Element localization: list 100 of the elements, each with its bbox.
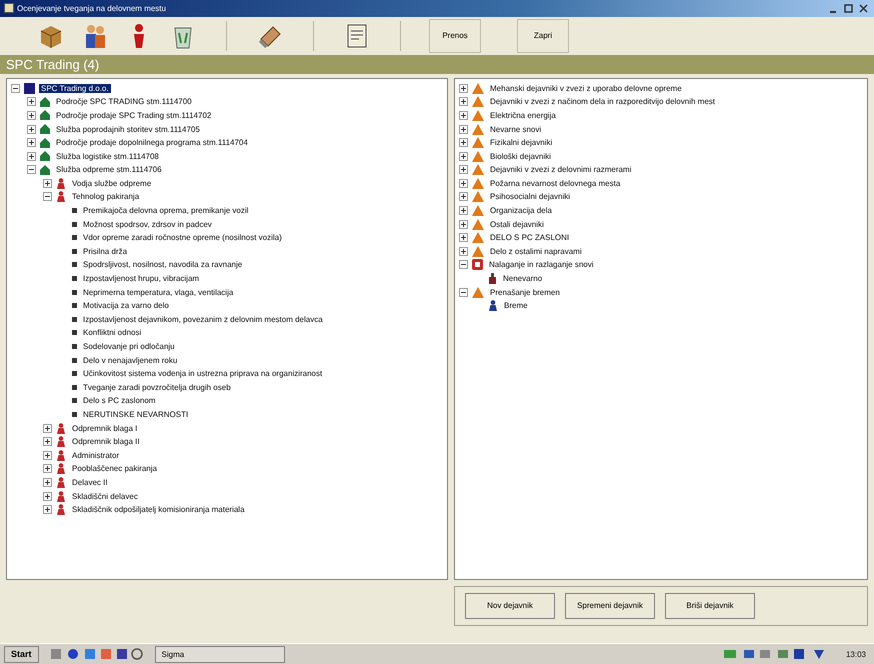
tree-item[interactable]: Prenašanje bremen <box>488 288 562 297</box>
tree-item[interactable]: Premikajoča delovna oprema, premikanje vozil <box>81 206 250 216</box>
person-icon <box>56 490 66 502</box>
tree-item[interactable]: DELO S PC ZASLONI <box>488 233 572 242</box>
expand-icon[interactable] <box>459 138 468 148</box>
tree-item[interactable]: Dejavniki v zvezi z delovnimi razmerami <box>488 165 634 174</box>
tree-item[interactable]: Vdor opreme zaradi ročnostne opreme (nosilnost vozila) <box>81 233 284 242</box>
tree-item[interactable]: SPC Trading d.o.o. <box>39 84 111 93</box>
expand-icon[interactable] <box>459 220 468 229</box>
quick-launch-icons[interactable] <box>48 647 145 662</box>
tree-item[interactable]: Skladiščnik odpošiljatelj komisioniranja materiala <box>70 505 247 514</box>
tree-item[interactable]: Sodelovanje pri odločanju <box>81 342 177 352</box>
expand-icon[interactable] <box>43 464 52 474</box>
tree-item[interactable]: Nevarne snovi <box>488 124 544 134</box>
tree-item[interactable]: Skladiščni delavec <box>70 492 140 501</box>
expand-icon[interactable] <box>43 437 52 446</box>
action-button[interactable]: Briši dejavnik <box>665 592 755 619</box>
expand-icon[interactable] <box>43 178 52 188</box>
tree-item[interactable]: Nenevarno <box>501 274 544 284</box>
tree-item[interactable]: Mehanski dejavniki v zvezi z uporabo delovne opreme <box>488 84 684 93</box>
collapse-icon[interactable] <box>459 260 468 270</box>
tree-item[interactable]: Delo v nenajavljenem roku <box>81 356 180 365</box>
maximize-icon[interactable] <box>843 2 855 14</box>
collapse-icon[interactable] <box>11 84 20 93</box>
tree-item[interactable]: Izpostavljenost dejavnikom, povezanim z delovnim mestom delavca <box>81 314 325 324</box>
toolbar-button[interactable]: Prenos <box>429 18 481 53</box>
warning-icon <box>472 150 484 162</box>
expand-icon[interactable] <box>43 450 52 460</box>
expand-icon[interactable] <box>459 110 468 120</box>
tree-item[interactable]: Organizacija dela <box>488 206 554 216</box>
tree-item[interactable]: Tveganje zaradi povzročitelja drugih oseb <box>81 382 233 392</box>
collapse-icon[interactable] <box>459 288 468 297</box>
expand-icon[interactable] <box>27 110 36 120</box>
tree-item[interactable]: Odpremnik blaga I <box>70 424 140 433</box>
tree-item[interactable]: Izpostavljenost hrupu, vibracijam <box>81 274 202 284</box>
expand-icon[interactable] <box>459 246 468 256</box>
warning-icon <box>472 218 484 230</box>
bullet-icon <box>72 371 77 376</box>
tree-item[interactable]: Dejavniki v zvezi z načinom dela in razporeditvijo delovnih mest <box>488 97 717 106</box>
warning-icon <box>472 124 484 135</box>
tree-item[interactable]: Odpremnik blaga II <box>70 437 142 446</box>
tree-item[interactable]: Delavec II <box>70 478 110 487</box>
bullet-icon <box>72 303 77 308</box>
tree-item[interactable]: Področje SPC TRADING stm.1114700 <box>54 97 194 106</box>
tree-item[interactable]: Nalaganje in razlaganje snovi <box>487 260 596 270</box>
person-icon <box>56 178 66 189</box>
expand-icon[interactable] <box>459 97 468 106</box>
tree-item[interactable]: Vodja službe odpreme <box>70 178 154 188</box>
action-button[interactable]: Spremeni dejavnik <box>565 592 655 619</box>
expand-icon[interactable] <box>459 192 468 202</box>
tree-item[interactable]: Področje prodaje SPC Trading stm.1114702 <box>54 110 214 120</box>
expand-icon[interactable] <box>459 178 468 188</box>
tree-item[interactable]: Tehnolog pakiranja <box>70 192 142 202</box>
expand-icon[interactable] <box>43 505 52 514</box>
collapse-icon[interactable] <box>43 192 52 202</box>
clock: 13:03 <box>844 650 867 659</box>
tree-item[interactable]: Neprimerna temperatura, vlaga, ventilacija <box>81 288 236 297</box>
start-button[interactable]: Start <box>4 646 39 663</box>
expand-icon[interactable] <box>459 84 468 93</box>
house-icon <box>40 138 50 148</box>
tree-item[interactable]: Konfliktni odnosi <box>81 328 144 338</box>
collapse-icon[interactable] <box>27 165 36 174</box>
expand-icon[interactable] <box>27 124 36 134</box>
tree-item[interactable]: Služba odpreme stm.1114706 <box>54 165 164 174</box>
close-icon[interactable] <box>858 2 870 14</box>
expand-icon[interactable] <box>43 478 52 487</box>
tree-item[interactable]: Biološki dejavniki <box>488 152 553 161</box>
expand-icon[interactable] <box>459 152 468 161</box>
person-icon <box>56 191 66 202</box>
tree-item[interactable]: Administrator <box>70 450 122 460</box>
expand-icon[interactable] <box>459 165 468 174</box>
tree-item[interactable]: Električna energija <box>488 110 558 120</box>
expand-icon[interactable] <box>27 152 36 161</box>
tree-item[interactable]: Ostali dejavniki <box>488 220 546 229</box>
tree-item[interactable]: Področje prodaje dopolnilnega programa stm.1114704 <box>54 138 250 148</box>
tree-item[interactable]: Delo z ostalimi napravami <box>488 246 584 256</box>
action-button[interactable]: Nov dejavnik <box>465 592 555 619</box>
tree-item[interactable]: Služba poprodajnih storitev stm.1114705 <box>54 124 202 134</box>
toolbar-button[interactable]: Zapri <box>517 18 569 53</box>
tree-item[interactable]: NERUTINSKE NEVARNOSTI <box>81 410 190 419</box>
tree-item[interactable]: Fizikalni dejavniki <box>488 138 554 148</box>
tree-item[interactable]: Učinkovitost sistema vodenja in ustrezna priprava na organiziranost <box>81 369 324 378</box>
taskbar-button[interactable]: Sigma <box>154 646 285 663</box>
expand-icon[interactable] <box>459 233 468 242</box>
expand-icon[interactable] <box>459 206 468 216</box>
expand-icon[interactable] <box>27 138 36 148</box>
tree-item[interactable]: Breme <box>502 301 530 310</box>
tree-item[interactable]: Možnost spodrsov, zdrsov in padcev <box>81 220 214 229</box>
expand-icon[interactable] <box>459 124 468 134</box>
tree-item[interactable]: Motivacija za varno delo <box>81 301 171 310</box>
expand-icon[interactable] <box>43 492 52 501</box>
tree-item[interactable]: Prisilna drža <box>81 246 130 256</box>
tree-item[interactable]: Spodrsljivost, nosilnost, navodila za ravnanje <box>81 260 244 270</box>
tree-item[interactable]: Pooblaščenec pakiranja <box>70 464 159 474</box>
expand-icon[interactable] <box>27 97 36 106</box>
tree-item[interactable]: Psihosocialni dejavniki <box>488 192 572 202</box>
expand-icon[interactable] <box>43 424 52 433</box>
tree-item[interactable]: Požarna nevarnost delovnega mesta <box>488 178 622 188</box>
tree-item[interactable]: Delo s PC zaslonom <box>81 396 158 406</box>
tree-item[interactable]: Služba logistike stm.1114708 <box>54 152 161 161</box>
